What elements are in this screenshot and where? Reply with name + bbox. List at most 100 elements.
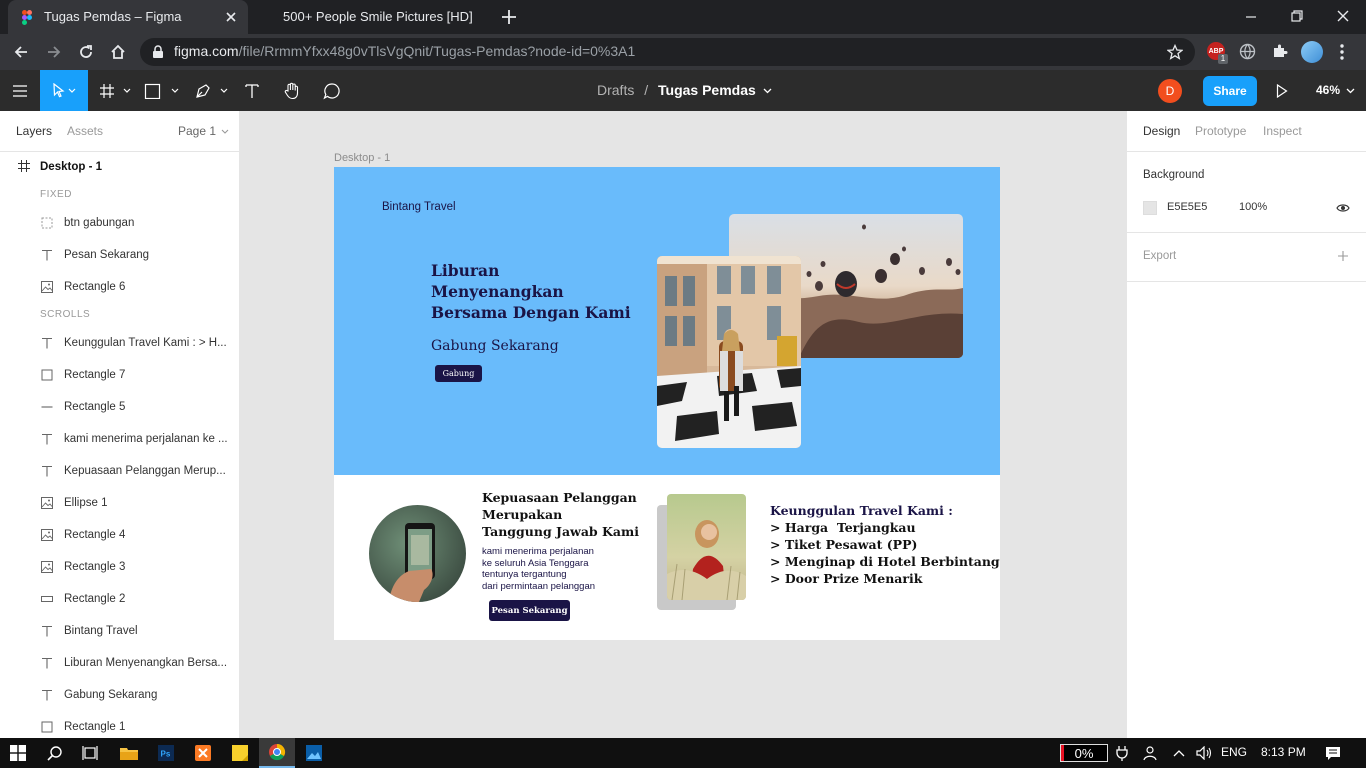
layer-frame-desktop-1[interactable]: Desktop - 1 (0, 151, 239, 183)
reload-icon[interactable] (77, 43, 95, 61)
tab-title: Tugas Pemdas – Figma (44, 9, 182, 24)
layer-row[interactable]: Kepuasaan Pelanggan Merup... (0, 455, 239, 487)
back-icon[interactable] (12, 43, 30, 61)
layer-row[interactable]: Rectangle 5 (0, 391, 239, 423)
zoom-control[interactable]: 46% (1316, 83, 1355, 97)
background-opacity-value[interactable]: 100% (1239, 201, 1267, 213)
clock[interactable]: 8:13 PM (1261, 745, 1306, 759)
photos-app-icon[interactable] (297, 738, 331, 768)
address-bar[interactable]: figma.com/file/RrmmYfxx48g0vTlsVgQnit/Tu… (140, 38, 1195, 66)
tab-figma[interactable]: Tugas Pemdas – Figma (8, 0, 248, 34)
page-selector[interactable]: Page 1 (178, 124, 229, 138)
power-plug-icon[interactable] (1112, 738, 1132, 768)
section-fixed-label: FIXED (40, 189, 72, 200)
tab-smile-pictures[interactable]: 500+ People Smile Pictures [HD] (252, 0, 492, 34)
start-windows-icon[interactable] (0, 738, 36, 768)
layer-label: Rectangle 5 (64, 401, 126, 413)
bookmark-star-icon[interactable] (1167, 44, 1183, 60)
image-icon (40, 528, 54, 542)
more-menu-icon[interactable] (1339, 43, 1345, 61)
cursor-icon (51, 82, 77, 99)
layer-row[interactable]: Liburan Menyenangkan Bersa... (0, 647, 239, 679)
comment-tool[interactable] (316, 70, 348, 111)
share-button[interactable]: Share (1203, 76, 1257, 106)
tab-assets[interactable]: Assets (67, 124, 103, 138)
pen-tool[interactable] (192, 70, 232, 111)
text-icon (40, 656, 54, 670)
layer-row[interactable]: Rectangle 2 (0, 583, 239, 615)
language-indicator[interactable]: ENG (1221, 745, 1247, 759)
text-icon (40, 464, 54, 478)
text-tool[interactable] (236, 70, 268, 111)
layer-row[interactable]: Rectangle 6 (0, 271, 239, 303)
search-icon[interactable] (38, 738, 72, 768)
photoshop-icon[interactable]: Ps (149, 738, 183, 768)
layer-label: Bintang Travel (64, 625, 138, 637)
chevron-down-icon[interactable] (763, 88, 772, 94)
text-icon (40, 624, 54, 638)
layer-row[interactable]: Rectangle 7 (0, 359, 239, 391)
layer-label: btn gabungan (64, 217, 135, 229)
layer-row[interactable]: Pesan Sekarang (0, 239, 239, 271)
layer-row[interactable]: Bintang Travel (0, 615, 239, 647)
tab-prototype[interactable]: Prototype (1195, 124, 1246, 138)
tab-design[interactable]: Design (1143, 124, 1180, 138)
xampp-icon[interactable] (186, 738, 220, 768)
woman-grass-image (667, 494, 746, 600)
gabung-button[interactable]: Gabung (435, 365, 482, 382)
notification-center-icon[interactable] (1320, 738, 1346, 768)
text-icon (40, 248, 54, 262)
globe-extension-icon[interactable] (1239, 43, 1256, 60)
comment-icon (323, 82, 341, 100)
sticky-notes-icon[interactable] (223, 738, 257, 768)
desktop-frame[interactable]: Bintang Travel Liburan Menyenangkan Bers… (334, 167, 1000, 640)
frame-tool[interactable] (96, 70, 136, 111)
user-avatar[interactable]: D (1158, 79, 1182, 103)
layer-row[interactable]: Rectangle 4 (0, 519, 239, 551)
hand-tool[interactable] (276, 70, 308, 111)
extensions-puzzle-icon[interactable] (1271, 43, 1288, 60)
main-menu-icon[interactable] (0, 70, 40, 111)
chevron-up-icon[interactable] (1170, 738, 1188, 768)
visibility-eye-icon[interactable] (1336, 202, 1350, 214)
rectangle-icon (40, 720, 54, 734)
people-icon[interactable] (1140, 738, 1160, 768)
layer-row[interactable]: btn gabungan (0, 207, 239, 239)
file-name[interactable]: Tugas Pemdas (658, 82, 756, 98)
profile-avatar[interactable] (1301, 41, 1323, 63)
layer-label: Pesan Sekarang (64, 249, 150, 261)
tab-inspect[interactable]: Inspect (1263, 124, 1302, 138)
hero-section: Bintang Travel Liburan Menyenangkan Bers… (334, 167, 1000, 475)
background-color-swatch[interactable] (1143, 201, 1157, 215)
layer-row[interactable]: Keunggulan Travel Kami : > H... (0, 327, 239, 359)
file-explorer-icon[interactable] (112, 738, 146, 768)
close-tab-icon[interactable] (224, 10, 238, 24)
pesan-sekarang-button[interactable]: Pesan Sekarang (489, 600, 570, 621)
minimize-icon[interactable] (1244, 10, 1258, 24)
close-window-icon[interactable] (1336, 9, 1350, 23)
breadcrumb-drafts[interactable]: Drafts (597, 82, 634, 98)
task-view-icon[interactable] (74, 738, 108, 768)
tab-layers[interactable]: Layers (16, 124, 52, 138)
advantages-list: Keunggulan Travel Kami : > Harga Terjang… (770, 502, 1000, 587)
new-tab-icon[interactable] (500, 8, 518, 26)
frame-grid-icon (18, 160, 30, 172)
layer-row[interactable]: Rectangle 3 (0, 551, 239, 583)
chrome-taskbar-icon[interactable] (259, 738, 295, 768)
zoom-level: 46% (1316, 83, 1341, 97)
layer-row[interactable]: Gabung Sekarang (0, 679, 239, 711)
forward-icon[interactable] (45, 43, 63, 61)
shape-tool[interactable] (142, 70, 182, 111)
layer-row[interactable]: Rectangle 1 (0, 711, 239, 738)
move-tool[interactable] (40, 70, 88, 111)
restore-icon[interactable] (1290, 9, 1304, 23)
layer-row[interactable]: Ellipse 1 (0, 487, 239, 519)
background-hex-value[interactable]: E5E5E5 (1167, 201, 1207, 213)
add-export-icon[interactable] (1337, 250, 1349, 262)
present-play-icon[interactable] (1276, 84, 1288, 98)
layer-row[interactable]: kami menerima perjalanan ke ... (0, 423, 239, 455)
frame-name-label[interactable]: Desktop - 1 (334, 152, 390, 164)
volume-icon[interactable] (1194, 738, 1214, 768)
home-icon[interactable] (109, 43, 127, 61)
battery-meter[interactable]: 0% (1060, 744, 1108, 762)
